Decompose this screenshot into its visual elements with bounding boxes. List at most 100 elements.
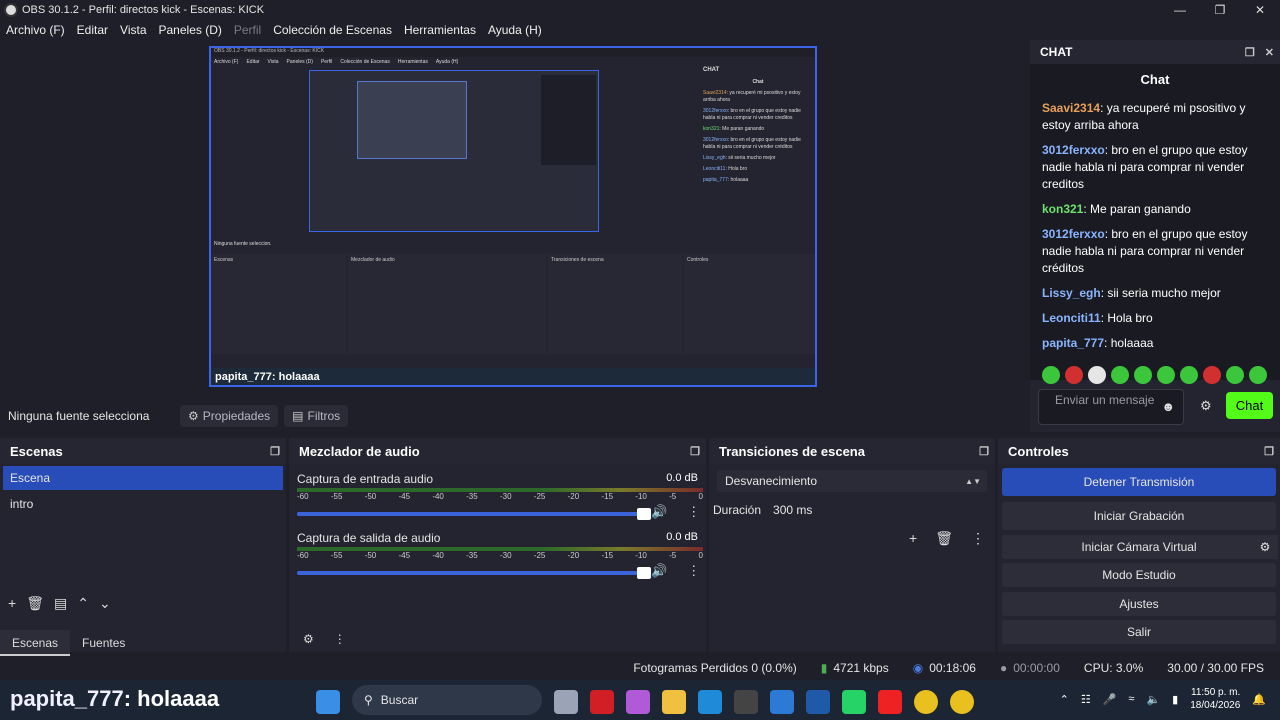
studio-mode-button[interactable]: Modo Estudio xyxy=(1002,563,1276,587)
gear-icon[interactable]: ⚙ xyxy=(1200,398,1212,414)
emote-icon[interactable] xyxy=(1249,366,1267,384)
cpu-usage: CPU: 3.0% xyxy=(1083,661,1144,675)
volume-knob[interactable] xyxy=(637,508,651,520)
netflix-icon[interactable] xyxy=(590,689,614,714)
chevron-up-icon[interactable]: ⌃ xyxy=(1060,693,1069,706)
disney-icon[interactable] xyxy=(806,689,830,714)
close-icon[interactable]: ✕ xyxy=(1265,46,1274,59)
chat-username[interactable]: Lissy_egh xyxy=(1042,286,1101,300)
menu-paneles[interactable]: Paneles (D) xyxy=(159,23,222,37)
volume-knob[interactable] xyxy=(637,567,651,579)
chat-username[interactable]: Saavi2314 xyxy=(1042,101,1100,115)
emote-icon[interactable] xyxy=(1065,366,1083,384)
chat-username[interactable]: Leonciti11 xyxy=(1042,311,1101,325)
battery-icon[interactable]: ▮ xyxy=(1172,693,1178,706)
store-icon[interactable] xyxy=(770,689,794,714)
notification-icon[interactable]: 🔔 xyxy=(1252,693,1266,706)
minimize-icon[interactable]: — xyxy=(1160,0,1200,20)
scene-item-intro[interactable]: intro xyxy=(0,492,286,516)
preview-area[interactable]: OBS 30.1.2 - Perfil: directos kick - Esc… xyxy=(0,40,1030,396)
start-recording-button[interactable]: Iniciar Grabación xyxy=(1002,502,1276,530)
filter-icon[interactable]: ▤ xyxy=(54,595,67,612)
edge-icon[interactable] xyxy=(698,689,722,714)
menu-vista[interactable]: Vista xyxy=(120,23,146,37)
preview-canvas[interactable]: OBS 30.1.2 - Perfil: directos kick - Esc… xyxy=(209,46,817,387)
chat-input[interactable]: Enviar un mensaje ☻ xyxy=(1038,389,1184,425)
folder-icon[interactable] xyxy=(662,689,686,714)
emote-icon[interactable] xyxy=(1180,366,1198,384)
speaker-icon[interactable]: 🔊 xyxy=(651,563,667,579)
mini-chat-text: : Hola bro xyxy=(725,166,748,172)
properties-button[interactable]: ⚙ Propiedades xyxy=(180,405,279,427)
tab-fuentes[interactable]: Fuentes xyxy=(70,630,137,656)
gear-icon[interactable]: ⚙ xyxy=(303,632,314,646)
app-icon[interactable] xyxy=(878,689,902,714)
emote-icon[interactable] xyxy=(1157,366,1175,384)
add-icon[interactable]: + xyxy=(8,595,16,612)
clock[interactable]: 11:50 p. m. 18/04/2026 xyxy=(1190,686,1240,712)
transitions-title: Transiciones de escena xyxy=(719,443,865,459)
float-icon[interactable]: ❐ xyxy=(979,445,989,458)
virtual-camera-button[interactable]: Iniciar Cámara Virtual ⚙ xyxy=(1002,535,1278,559)
menu-editar[interactable]: Editar xyxy=(77,23,108,37)
obs-icon[interactable] xyxy=(734,689,758,714)
menu-ayuda[interactable]: Ayuda (H) xyxy=(488,23,542,37)
transition-select[interactable]: Desvanecimiento ▲▼ xyxy=(717,470,987,492)
volume-slider[interactable] xyxy=(297,567,651,579)
chat-username[interactable]: 3012ferxxo xyxy=(1042,143,1105,157)
mic-icon[interactable]: 🎤 xyxy=(1103,693,1117,706)
chevron-down-icon[interactable]: ⌄ xyxy=(99,595,111,612)
chat-send-button[interactable]: Chat xyxy=(1226,392,1273,419)
network-off-icon[interactable]: ☷ xyxy=(1081,693,1091,706)
emote-icon[interactable] xyxy=(1203,366,1221,384)
chevron-up-icon[interactable]: ⌃ xyxy=(77,595,89,612)
close-icon[interactable]: ✕ xyxy=(1240,0,1280,20)
float-icon[interactable]: ❐ xyxy=(270,445,280,458)
tick-label: 0 xyxy=(698,492,703,501)
float-icon[interactable]: ❐ xyxy=(1264,445,1274,458)
copilot-icon[interactable] xyxy=(626,689,650,714)
duration-input[interactable]: 300 ms xyxy=(769,499,987,521)
stop-streaming-button[interactable]: Detener Transmisión xyxy=(1002,468,1276,496)
more-icon[interactable]: ⋮ xyxy=(334,632,346,646)
chrome-icon[interactable] xyxy=(914,689,938,714)
wifi-icon[interactable]: ≈ xyxy=(1128,693,1134,705)
menu-archivo[interactable]: Archivo (F) xyxy=(6,23,65,37)
whatsapp-icon[interactable] xyxy=(842,689,866,714)
more-icon[interactable]: ⋮ xyxy=(687,563,700,579)
float-icon[interactable]: ❐ xyxy=(1245,46,1255,59)
menu-coleccion-escenas[interactable]: Colección de Escenas xyxy=(273,23,392,37)
scene-item-escena[interactable]: Escena xyxy=(3,466,283,490)
trash-icon[interactable]: 🗑 xyxy=(26,595,44,612)
emote-icon[interactable] xyxy=(1134,366,1152,384)
volume-icon[interactable]: 🔈 xyxy=(1146,693,1160,706)
trash-icon[interactable]: 🗑 xyxy=(935,530,953,547)
more-icon[interactable]: ⋮ xyxy=(971,530,985,547)
gear-icon[interactable]: ⚙ xyxy=(1252,535,1278,559)
chat-messages[interactable]: Saavi2314: ya recuperé mi psositivo y es… xyxy=(1030,95,1280,384)
task-view-icon[interactable] xyxy=(554,689,578,714)
chat-username[interactable]: kon321 xyxy=(1042,202,1083,216)
taskbar-search[interactable]: ⚲ Buscar xyxy=(352,685,542,715)
speaker-icon[interactable]: 🔊 xyxy=(651,504,667,520)
chat-username[interactable]: papita_777 xyxy=(1042,336,1104,350)
filters-button[interactable]: ▤ Filtros xyxy=(284,405,349,427)
settings-button[interactable]: Ajustes xyxy=(1002,592,1276,616)
add-icon[interactable]: + xyxy=(909,530,917,547)
maximize-icon[interactable]: ❐ xyxy=(1200,0,1240,20)
tab-escenas[interactable]: Escenas xyxy=(0,630,71,656)
float-icon[interactable]: ❐ xyxy=(690,445,700,458)
emote-icon[interactable] xyxy=(1111,366,1129,384)
emote-icon[interactable] xyxy=(1226,366,1244,384)
more-icon[interactable]: ⋮ xyxy=(687,504,700,520)
emote-icon[interactable] xyxy=(1088,366,1106,384)
menu-herramientas[interactable]: Herramientas xyxy=(404,23,476,37)
windows-start-icon[interactable] xyxy=(316,689,340,714)
volume-slider[interactable] xyxy=(297,508,651,520)
menu-perfil[interactable]: Perfil xyxy=(234,23,261,37)
emote-icon[interactable] xyxy=(1042,366,1060,384)
exit-button[interactable]: Salir xyxy=(1002,620,1276,644)
chat-username[interactable]: 3012ferxxo xyxy=(1042,227,1105,241)
emoji-icon[interactable]: ☻ xyxy=(1161,400,1175,413)
chrome-icon[interactable] xyxy=(950,689,974,714)
